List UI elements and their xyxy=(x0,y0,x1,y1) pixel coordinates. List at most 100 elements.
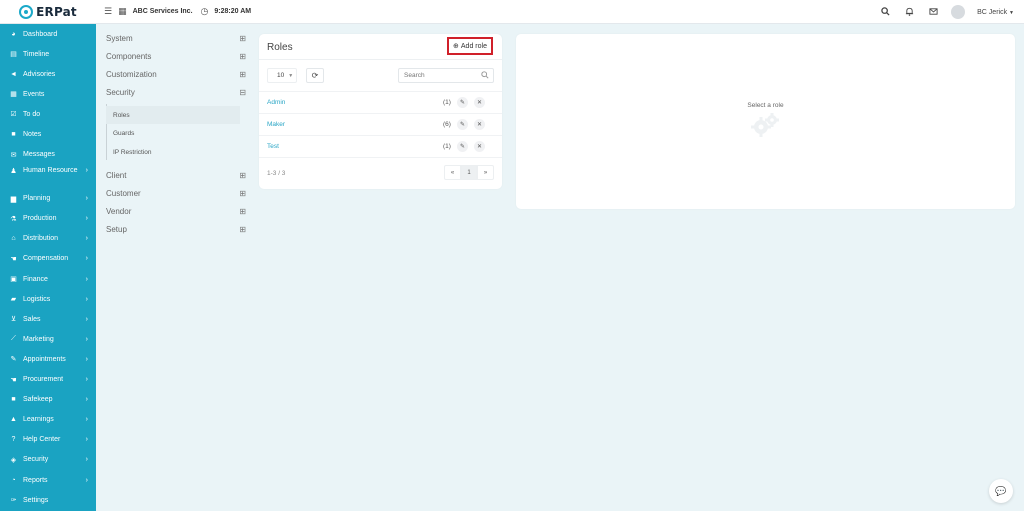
company-name[interactable]: ABC Services Inc. xyxy=(133,8,193,15)
page-size-select[interactable]: 10 ▼ xyxy=(267,68,297,83)
sidebar-item-label: Human Resource xyxy=(23,166,78,174)
sidebar-item-reports[interactable]: ◔ Reports › xyxy=(0,470,96,490)
box-icon: ■ xyxy=(11,396,16,404)
user-menu[interactable]: BC Jerick ▼ xyxy=(977,9,1014,16)
sidebar-item-label: Procurement xyxy=(23,376,64,384)
sidebar-item-dashboard[interactable]: ◕ Dashboard xyxy=(0,24,96,44)
shield-icon: ◈ xyxy=(10,456,17,464)
delete-button[interactable]: ✕ xyxy=(474,119,485,130)
expand-icon[interactable]: ⊞ xyxy=(239,70,246,79)
collapse-icon[interactable]: ⊟ xyxy=(239,88,246,97)
sidebar-item-learnings[interactable]: ▲ Learnings › xyxy=(0,410,96,430)
search-input[interactable] xyxy=(404,72,479,79)
sidebar-item-help-center[interactable]: ? Help Center › xyxy=(0,430,96,450)
search-box[interactable] xyxy=(398,68,494,83)
menu-toggle-icon[interactable]: ☰ xyxy=(104,6,112,17)
chevron-right-icon: › xyxy=(85,215,88,223)
submenu-item-roles[interactable]: Roles xyxy=(106,106,240,124)
table-row: Admin (1) ✎ ✕ xyxy=(259,91,502,113)
sidebar-item-events[interactable]: ▦ Events xyxy=(0,84,96,104)
sidebar-item-messages[interactable]: ✉ Messages xyxy=(0,145,96,165)
role-name-link[interactable]: Test xyxy=(267,143,279,150)
expand-icon[interactable]: ⊞ xyxy=(239,225,246,234)
expand-icon[interactable]: ⊞ xyxy=(239,52,246,61)
expand-icon[interactable]: ⊞ xyxy=(239,34,246,43)
sidebar-item-production[interactable]: ⚗ Production › xyxy=(0,209,96,229)
chevron-right-icon: › xyxy=(85,416,88,424)
roles-title: Roles xyxy=(267,42,293,53)
prev-page-button[interactable]: « xyxy=(444,165,461,180)
clock-icon: ◷ xyxy=(200,6,209,16)
submenu-item-setup[interactable]: Setup ⊞ xyxy=(106,225,246,234)
mail-icon[interactable] xyxy=(927,7,939,18)
edit-button[interactable]: ✎ xyxy=(457,119,468,130)
expand-icon[interactable]: ⊞ xyxy=(239,207,246,216)
submenu-item-security[interactable]: Security ⊟ xyxy=(106,88,246,97)
sidebar-item-appointments[interactable]: ✎ Appointments › xyxy=(0,349,96,369)
sidebar-item-compensation[interactable]: ☚ Compensation › xyxy=(0,249,96,269)
users-icon: ♟ xyxy=(10,167,17,175)
checkbox-icon: ☑ xyxy=(10,111,17,119)
submenu-item-system[interactable]: System ⊞ xyxy=(106,34,246,43)
sidebar-item-settings[interactable]: ✑ Settings xyxy=(0,490,96,510)
delete-button[interactable]: ✕ xyxy=(474,141,485,152)
submenu-item-customer[interactable]: Customer ⊞ xyxy=(106,189,246,198)
next-page-button[interactable]: » xyxy=(477,165,494,180)
role-name-link[interactable]: Admin xyxy=(267,99,285,106)
sidebar-item-label: Settings xyxy=(23,496,49,504)
sidebar-item-label: Safekeep xyxy=(23,396,53,404)
sidebar-item-finance[interactable]: ▣ Finance › xyxy=(0,269,96,289)
sidebar-item-sales[interactable]: ⊻ Sales › xyxy=(0,309,96,329)
sidebar-item-procurement[interactable]: ☚ Procurement › xyxy=(0,370,96,390)
sidebar-item-human-resource[interactable]: ♟ Human Resource › xyxy=(0,165,96,189)
role-detail-panel: Select a role xyxy=(516,34,1015,209)
chevron-right-icon: › xyxy=(85,255,88,263)
role-name-link[interactable]: Maker xyxy=(267,121,285,128)
sidebar-item-label: Messages xyxy=(23,151,55,159)
submenu-item-client[interactable]: Client ⊞ xyxy=(106,171,246,180)
edit-button[interactable]: ✎ xyxy=(457,97,468,108)
search-icon[interactable] xyxy=(481,71,489,81)
sidebar-item-label: To do xyxy=(23,110,41,118)
chevron-right-icon: › xyxy=(85,295,88,303)
search-icon[interactable] xyxy=(879,6,891,18)
submenu-item-guards[interactable]: Guards xyxy=(106,124,240,142)
handshake-icon: ☚ xyxy=(10,255,17,263)
expand-icon[interactable]: ⊞ xyxy=(239,171,246,180)
chevron-right-icon: › xyxy=(85,275,88,283)
current-page-button[interactable]: 1 xyxy=(461,165,477,180)
sidebar-item-marketing[interactable]: ⟋ Marketing › xyxy=(0,329,96,349)
sidebar-item-logistics[interactable]: ▰ Logistics › xyxy=(0,289,96,309)
bell-icon[interactable] xyxy=(903,7,915,18)
sidebar-item-safekeep[interactable]: ■ Safekeep › xyxy=(0,390,96,410)
avatar[interactable] xyxy=(951,5,966,19)
sidebar-item-advisories[interactable]: ◄ Advisories xyxy=(0,64,96,84)
delete-button[interactable]: ✕ xyxy=(474,97,485,108)
submenu-item-customization[interactable]: Customization ⊞ xyxy=(106,70,246,79)
sidebar-item-label: Logistics xyxy=(23,295,51,303)
chevron-down-icon: ▼ xyxy=(288,72,294,79)
edit-button[interactable]: ✎ xyxy=(457,141,468,152)
submenu-item-vendor[interactable]: Vendor ⊞ xyxy=(106,207,246,216)
submenu-item-components[interactable]: Components ⊞ xyxy=(106,52,246,61)
sidebar-item-distribution[interactable]: ⌂ Distribution › xyxy=(0,229,96,249)
sidebar-item-timeline[interactable]: ▤ Timeline xyxy=(0,44,96,64)
submenu-label: Client xyxy=(106,171,127,180)
app-logo[interactable]: ERPat xyxy=(0,0,96,24)
sidebar-item-security[interactable]: ◈ Security › xyxy=(0,450,96,470)
settings-submenu: System ⊞ Components ⊞ Customization ⊞ Se… xyxy=(96,24,254,511)
divider xyxy=(259,59,502,60)
sidebar-item-to-do[interactable]: ☑ To do xyxy=(0,104,96,124)
sidebar-item-notes[interactable]: ■ Notes xyxy=(0,124,96,144)
chart-line-icon: ⟋ xyxy=(11,335,16,343)
submenu-item-ip-restriction[interactable]: IP Restriction xyxy=(106,143,240,161)
add-role-button[interactable]: ⊕ Add role xyxy=(447,37,493,55)
refresh-button[interactable]: ⟳ xyxy=(306,68,324,83)
bank-icon: ⌂ xyxy=(11,235,16,243)
expand-icon[interactable]: ⊞ xyxy=(239,189,246,198)
pagination-range: 1-3 / 3 xyxy=(267,170,286,177)
close-icon: ✕ xyxy=(476,144,483,150)
chat-button[interactable]: 💬 xyxy=(989,479,1013,503)
submenu-label: Security xyxy=(106,88,135,97)
sidebar-item-planning[interactable]: ▆ Planning › xyxy=(0,189,96,209)
